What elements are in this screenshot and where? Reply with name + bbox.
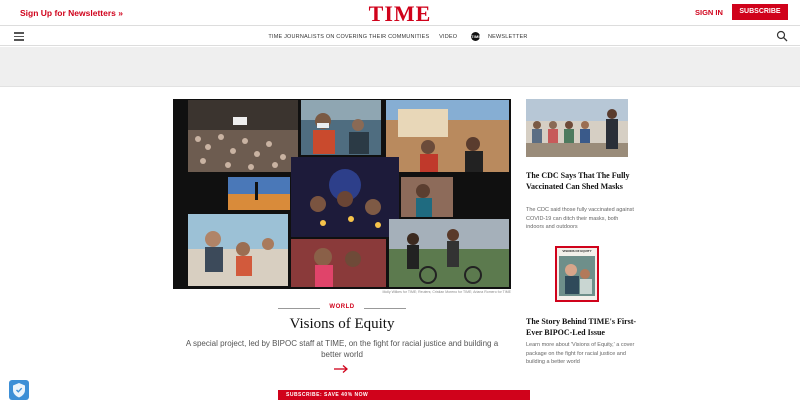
story-thumbnail-cdc[interactable] bbox=[526, 99, 628, 157]
cover-title: VISIONS OF EQUITY bbox=[562, 249, 592, 253]
nav-bar: TIME JOURNALISTS ON COVERING THEIR COMMU… bbox=[0, 26, 800, 46]
sign-in-link[interactable]: SIGN IN bbox=[695, 8, 723, 17]
top-bar: Sign Up for Newsletters » TIME SIGN IN S… bbox=[0, 0, 800, 26]
shield-icon bbox=[13, 383, 25, 398]
nav-item-newsletter-label: NEWSLETTER bbox=[487, 33, 528, 40]
search-icon[interactable] bbox=[776, 30, 788, 42]
magazine-cover-image[interactable]: VISIONS OF EQUITY bbox=[555, 246, 599, 302]
story-title-bipoc[interactable]: The Story Behind TIME's First-Ever BIPOC… bbox=[526, 316, 646, 338]
nav-item-journalists[interactable]: TIME JOURNALISTS ON COVERING THEIR COMMU… bbox=[268, 34, 429, 40]
nav-links: TIME JOURNALISTS ON COVERING THEIR COMMU… bbox=[0, 32, 800, 41]
thumbnail-photo bbox=[526, 99, 628, 157]
ad-banner-placeholder bbox=[0, 47, 800, 87]
subscribe-button[interactable]: SUBSCRIBE bbox=[732, 4, 788, 20]
cover-artwork bbox=[559, 256, 595, 296]
privacy-shield-button[interactable] bbox=[9, 380, 29, 400]
subscribe-banner[interactable]: SUBSCRIBE: SAVE 40% NOW bbox=[278, 390, 530, 400]
newsletter-badge-icon: TIME bbox=[470, 32, 482, 41]
article-title[interactable]: Visions of Equity bbox=[173, 316, 511, 333]
hero-collage-image[interactable] bbox=[173, 99, 511, 289]
photo-credit: Molly Wilkes for TIME; Reuters; Cristian… bbox=[382, 290, 511, 294]
arrow-right-icon[interactable] bbox=[333, 364, 349, 374]
section-label-world[interactable]: WORLD bbox=[278, 304, 406, 310]
story-desc-bipoc: Learn more about 'Visions of Equity,' a … bbox=[526, 342, 635, 365]
divider-right bbox=[364, 308, 406, 309]
time-logo[interactable]: TIME bbox=[0, 1, 800, 27]
section-header: WORLD bbox=[278, 303, 406, 313]
collage-photos bbox=[173, 99, 511, 289]
nav-item-newsletter[interactable]: TIME NEWSLETTER bbox=[467, 32, 532, 41]
story-title-cdc[interactable]: The CDC Says That The Fully Vaccinated C… bbox=[526, 170, 636, 192]
article-description: A special project, led by BIPOC staff at… bbox=[185, 339, 499, 359]
story-desc-cdc: The CDC said those fully vaccinated agai… bbox=[526, 207, 634, 230]
nav-item-video[interactable]: VIDEO bbox=[439, 34, 457, 40]
